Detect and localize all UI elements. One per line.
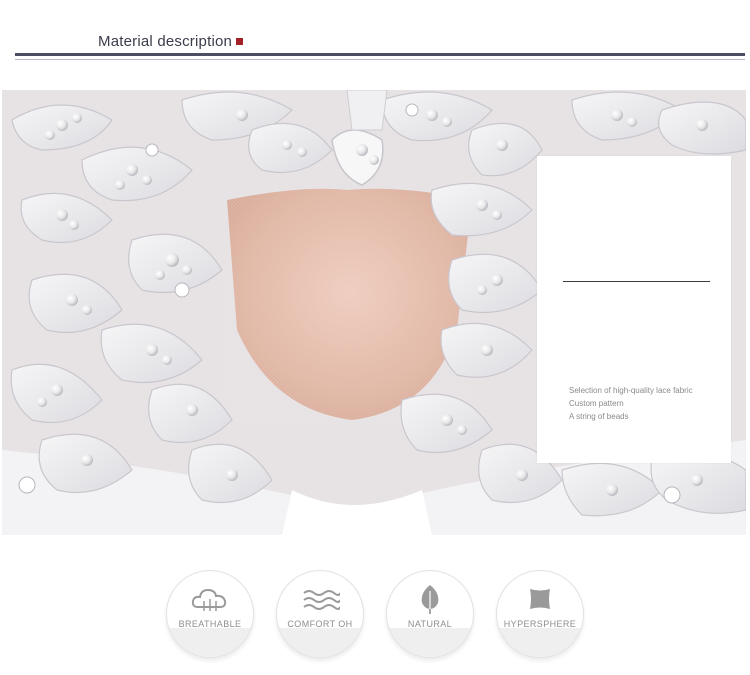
list-item: Selection of high-quality lace fabric	[569, 386, 693, 395]
badge-label: COMFORT OH	[287, 619, 353, 629]
product-lace-photo: Selection of high-quality lace fabric Cu…	[2, 90, 746, 535]
section-header: Material description	[0, 0, 750, 70]
section-title: Material description	[98, 33, 233, 50]
badge-breathable: BREATHABLE	[166, 570, 254, 658]
header-divider-thick	[15, 53, 745, 56]
material-info-card: Selection of high-quality lace fabric Cu…	[537, 156, 731, 463]
feature-badges: BREATHABLE COMFORT OH NATURAL HYPERSPHER…	[0, 565, 750, 665]
badge-label: HYPERSPHERE	[503, 619, 577, 629]
title-marker-square	[236, 38, 243, 45]
badge-comfort: COMFORT OH	[276, 570, 364, 658]
material-feature-list: Selection of high-quality lace fabric Cu…	[569, 384, 693, 423]
badge-hypersphere: HYPERSPHERE	[496, 570, 584, 658]
list-item: A string of beads	[569, 412, 629, 421]
badge-natural: NATURAL	[386, 570, 474, 658]
badge-label: NATURAL	[407, 619, 453, 629]
cloud-icon	[191, 588, 227, 611]
header-divider-thin	[15, 59, 745, 60]
list-item: Custom pattern	[569, 399, 624, 408]
info-card-divider	[563, 281, 710, 282]
leaf-icon	[421, 585, 439, 614]
pillow-icon	[530, 589, 550, 609]
badge-label: BREATHABLE	[178, 619, 242, 629]
waves-icon	[303, 590, 340, 610]
